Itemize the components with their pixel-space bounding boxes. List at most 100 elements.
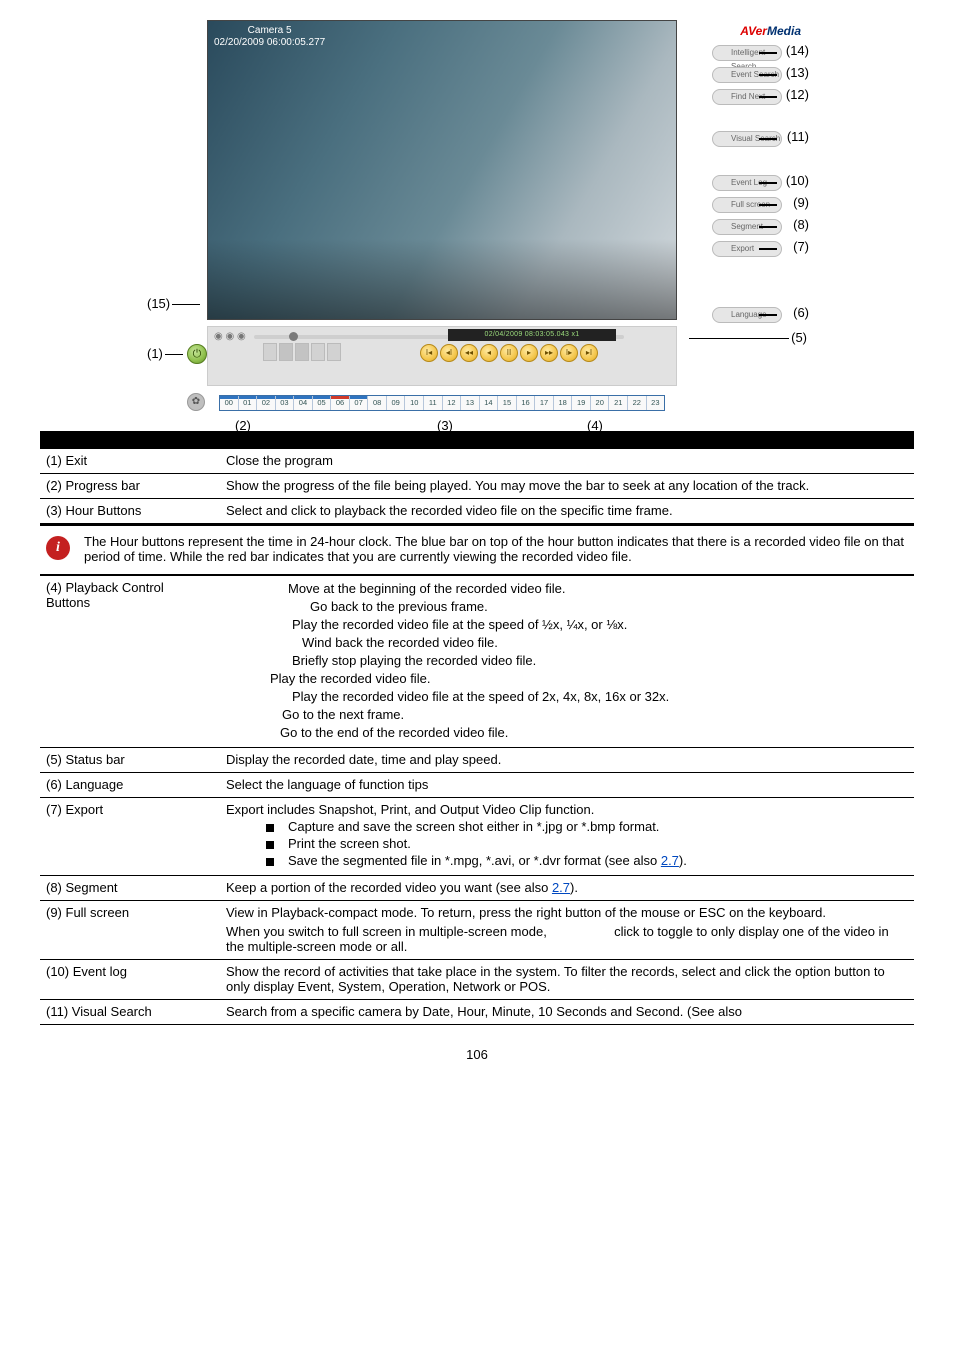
hour-19: 19	[572, 396, 591, 410]
bullet-icon	[266, 841, 274, 849]
hour-17: 17	[535, 396, 554, 410]
val-hour: Select and click to playback the recorde…	[220, 499, 914, 524]
export-item-text: Capture and save the screen shot either …	[288, 819, 659, 834]
key-playback: (4) Playback Control Buttons	[40, 576, 220, 747]
hour-01: 01	[239, 396, 258, 410]
bullet-icon	[266, 858, 274, 866]
val-language: Select the language of function tips	[220, 773, 914, 798]
val-visual: Search from a specific camera by Date, H…	[220, 1000, 914, 1025]
playback-line-7: Go to the next frame.	[220, 706, 908, 724]
key-hour: (3) Hour Buttons	[40, 499, 220, 524]
callout-2: (2)	[235, 418, 251, 433]
pause-icon: II	[500, 344, 518, 362]
begin-icon: I◂	[420, 344, 438, 362]
section-divider	[40, 431, 914, 449]
play-icon: ▸	[520, 344, 538, 362]
playback-line-6: Play the recorded video file at the spee…	[220, 688, 908, 706]
info-note: i The Hour buttons represent the time in…	[40, 524, 914, 576]
badge-segment: Segment(8)	[687, 218, 807, 236]
hour-00: 00	[220, 396, 239, 410]
badge-find-next: Find Next(12)	[687, 88, 807, 106]
export-item-0: Capture and save the screen shot either …	[266, 819, 908, 834]
callout-1: (1)	[147, 346, 183, 361]
definitions-table: (1) Exit Close the program (2) Progress …	[40, 449, 914, 524]
key-fullscreen: (9) Full screen	[40, 901, 220, 960]
export-item-text: Save the segmented file in *.mpg, *.avi,…	[288, 853, 687, 868]
hour-22: 22	[628, 396, 647, 410]
val-fullscreen: View in Playback-compact mode. To return…	[220, 901, 914, 960]
hour-03: 03	[276, 396, 295, 410]
hour-09: 09	[387, 396, 406, 410]
camera-label: Camera 5 02/20/2009 06:00:05.277	[214, 25, 325, 49]
rew-fast-icon: ◂◂	[460, 344, 478, 362]
val-status: Display the recorded date, time and play…	[220, 748, 914, 773]
hour-13: 13	[461, 396, 480, 410]
playback-line-0: Move at the beginning of the recorded vi…	[220, 580, 908, 598]
info-icon: i	[46, 536, 70, 560]
hour-08: 08	[368, 396, 387, 410]
playback-bar: ◉ ◉ ◉ 02/04/2009 08:03:05.043 x1 I◂ ◂I ◂…	[207, 326, 677, 386]
hour-05: 05	[313, 396, 332, 410]
key-status: (5) Status bar	[40, 748, 220, 773]
callout-5: (5)	[689, 330, 807, 345]
hour-12: 12	[443, 396, 462, 410]
val-export: Export includes Snapshot, Print, and Out…	[220, 798, 914, 876]
export-item-text: Print the screen shot.	[288, 836, 411, 851]
hour-15: 15	[498, 396, 517, 410]
end-icon: ▸I	[580, 344, 598, 362]
badge-language: Language(6)	[687, 306, 807, 324]
link-segment-27[interactable]: 2.7	[552, 880, 570, 895]
next-frame-icon: I▸	[560, 344, 578, 362]
badge-event-log: Event Log(10)	[687, 174, 807, 192]
val-progress: Show the progress of the file being play…	[220, 474, 914, 499]
hour-strip: 0001020304050607080910111213141516171819…	[219, 395, 665, 411]
hour-14: 14	[480, 396, 499, 410]
key-export: (7) Export	[40, 798, 220, 876]
badge-full-screen: Full screen(9)	[687, 196, 807, 214]
hero-box: Camera 5 02/20/2009 06:00:05.277 AVerMed…	[147, 20, 807, 420]
badge-visual-search: Visual Search(11)	[687, 130, 807, 148]
hour-10: 10	[405, 396, 424, 410]
playback-line-2: Play the recorded video file at the spee…	[220, 616, 908, 634]
playback-line-8: Go to the end of the recorded video file…	[220, 724, 908, 742]
row-eventlog: (10) Event log Show the record of activi…	[40, 960, 914, 1000]
hour-07: 07	[350, 396, 369, 410]
row-segment: (8) Segment Keep a portion of the record…	[40, 876, 914, 901]
hour-02: 02	[257, 396, 276, 410]
tiny-icons: ◉ ◉ ◉	[214, 331, 246, 342]
hour-04: 04	[294, 396, 313, 410]
val-segment: Keep a portion of the recorded video you…	[220, 876, 914, 901]
row-fullscreen: (9) Full screen View in Playback-compact…	[40, 901, 914, 960]
thumbnail-cluster	[263, 343, 341, 361]
row-status: (5) Status bar Display the recorded date…	[40, 748, 914, 773]
brand-logo: AVerMedia	[740, 24, 801, 38]
hour-06: 06	[331, 396, 350, 410]
hero-figure: Camera 5 02/20/2009 06:00:05.277 AVerMed…	[40, 20, 914, 423]
note-text: The Hour buttons represent the time in 2…	[84, 534, 908, 564]
exit-icon: ⏻	[187, 344, 207, 364]
definitions-table-2: (5) Status bar Display the recorded date…	[40, 748, 914, 1025]
key-progress: (2) Progress bar	[40, 474, 220, 499]
export-lead: Export includes Snapshot, Print, and Out…	[226, 802, 908, 817]
link-export-27[interactable]: 2.7	[661, 853, 679, 868]
playback-line-4: Briefly stop playing the recorded video …	[220, 652, 908, 670]
key-language: (6) Language	[40, 773, 220, 798]
val-playback: Move at the beginning of the recorded vi…	[220, 576, 914, 747]
progress-thumb	[289, 332, 298, 341]
status-readout: 02/04/2009 08:03:05.043 x1	[448, 329, 616, 341]
row-progress: (2) Progress bar Show the progress of th…	[40, 474, 914, 499]
hour-20: 20	[591, 396, 610, 410]
callout-4: (4)	[587, 418, 603, 433]
rew-icon: ◂	[480, 344, 498, 362]
transport-controls: I◂ ◂I ◂◂ ◂ II ▸ ▸▸ I▸ ▸I	[420, 344, 598, 362]
callout-15: (15)	[147, 296, 200, 311]
page-number: 106	[40, 1047, 914, 1062]
val-exit: Close the program	[220, 449, 914, 474]
key-eventlog: (10) Event log	[40, 960, 220, 1000]
gear-icon: ✿	[187, 393, 205, 411]
playback-line-5: Play the recorded video file.	[220, 670, 908, 688]
row-language: (6) Language Select the language of func…	[40, 773, 914, 798]
badge-event-search: Event Search(13)	[687, 66, 807, 84]
hour-23: 23	[647, 396, 665, 410]
row-exit: (1) Exit Close the program	[40, 449, 914, 474]
